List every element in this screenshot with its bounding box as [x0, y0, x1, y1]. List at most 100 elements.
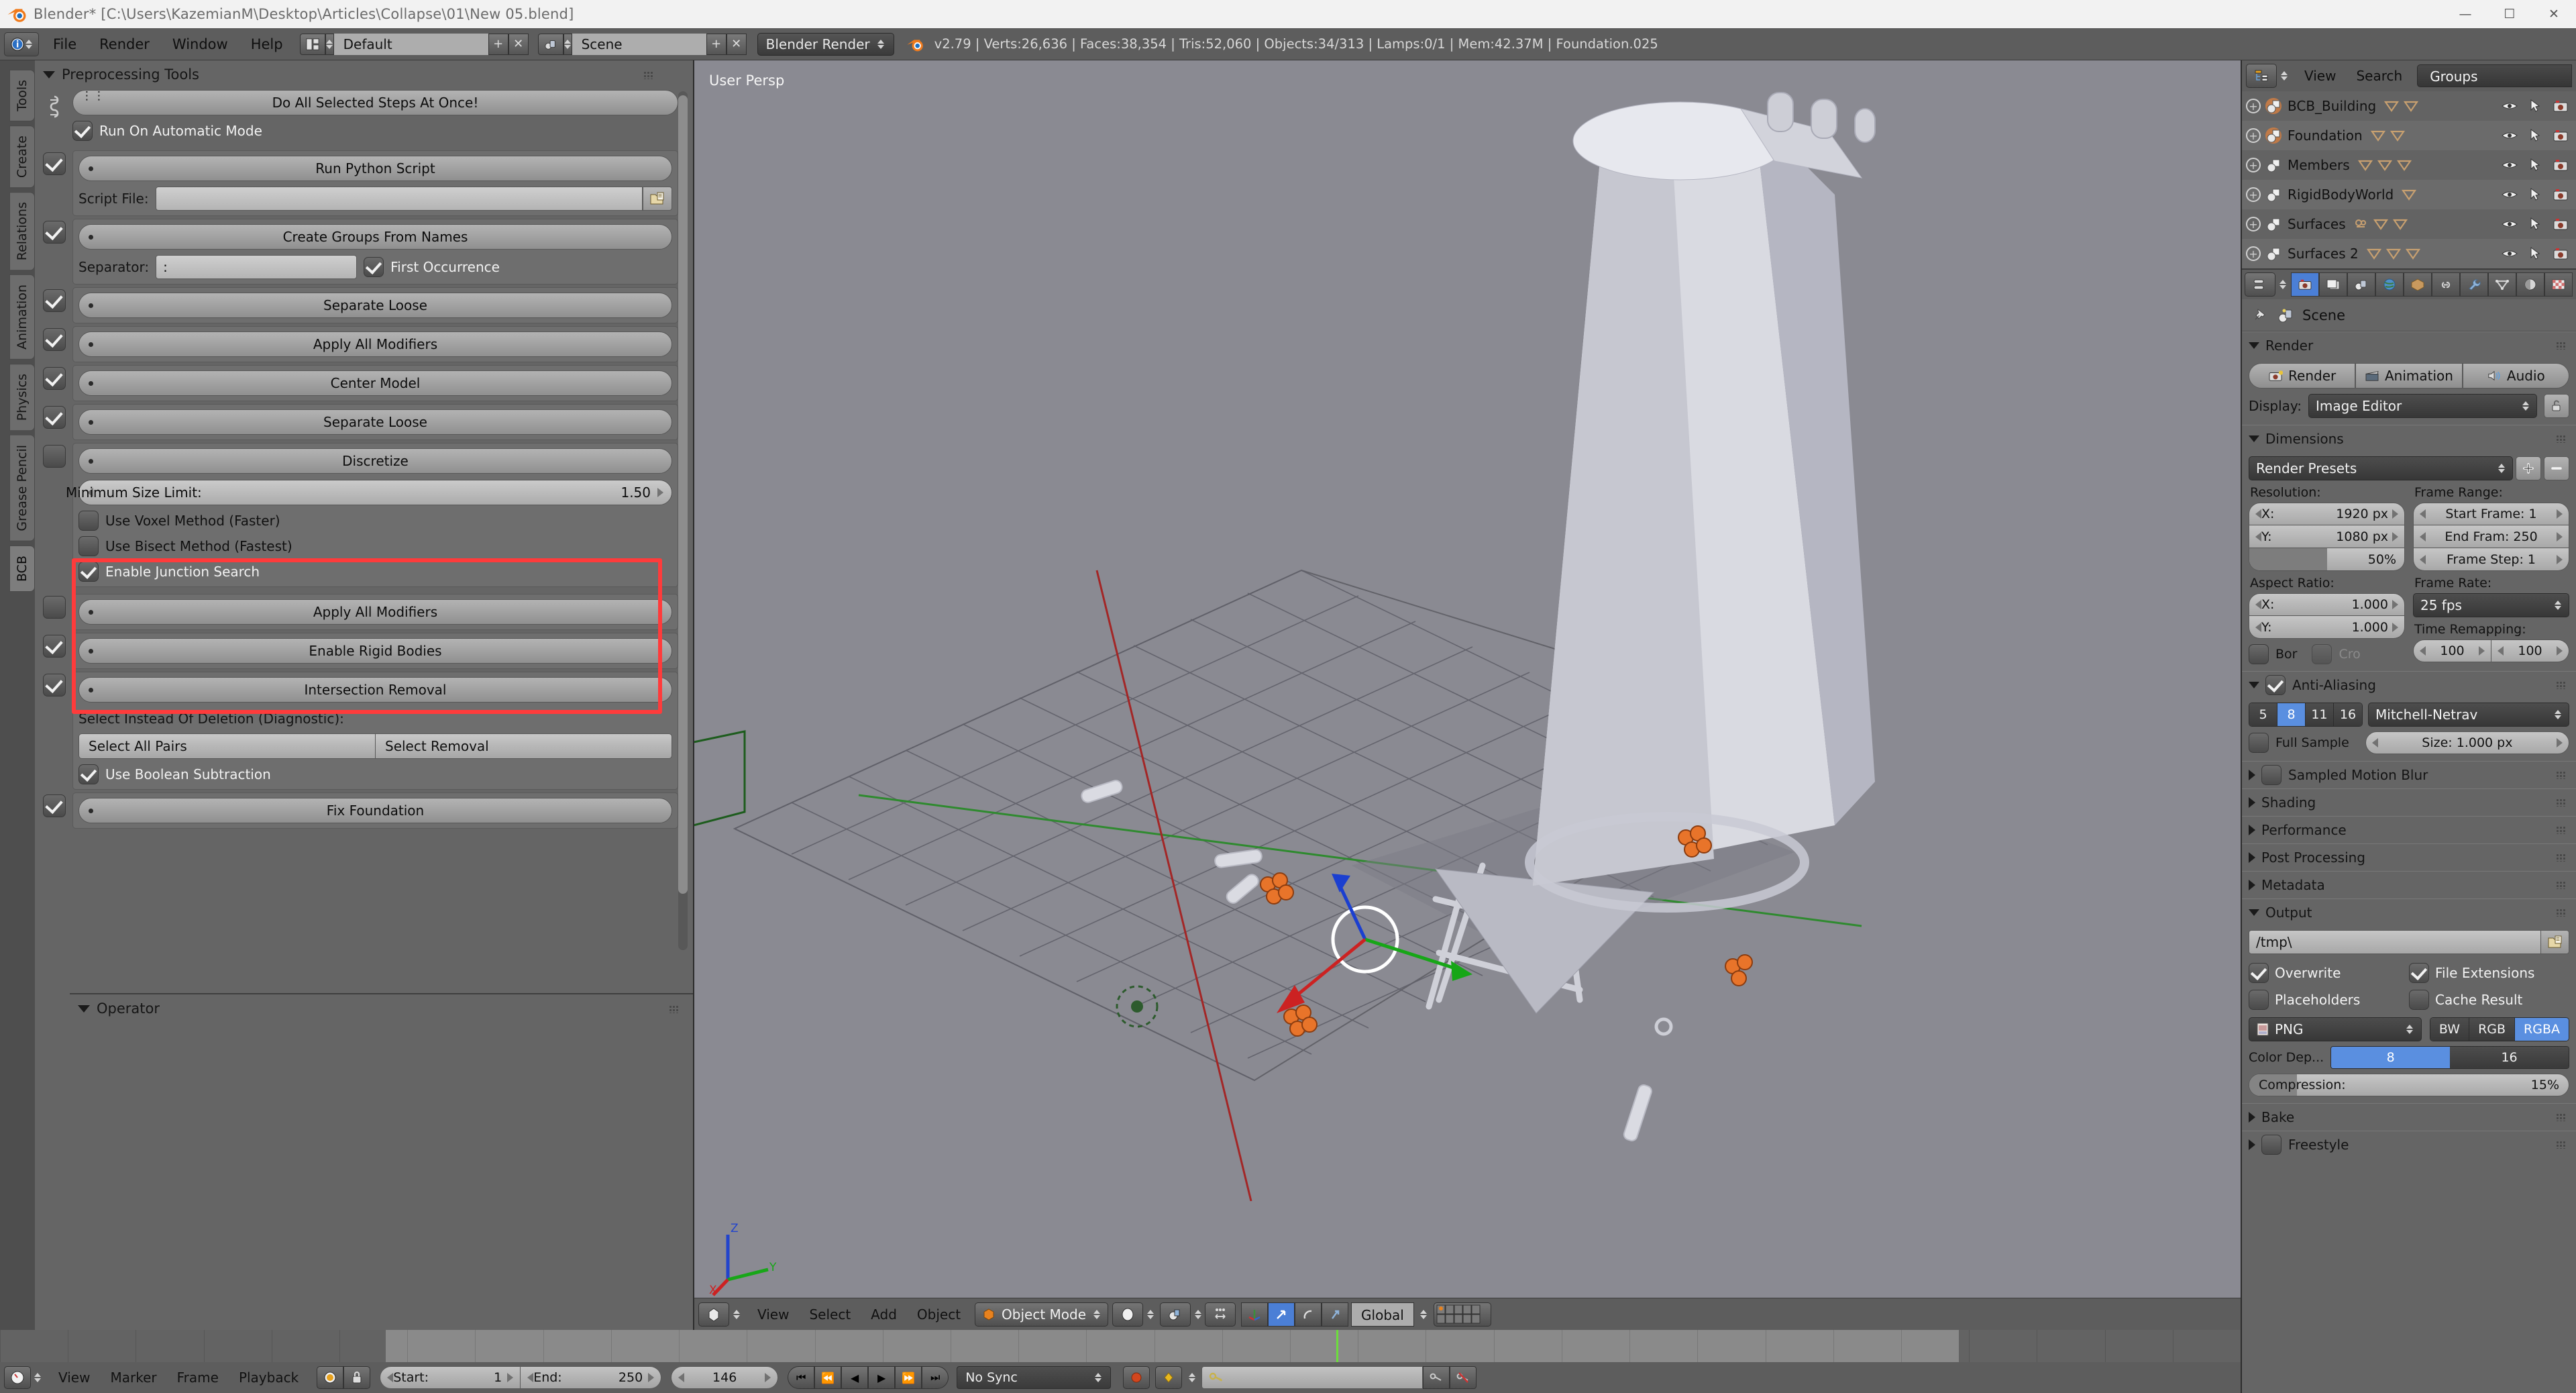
render-audio-button[interactable]: Audio [2462, 363, 2569, 389]
sampled-motion-blur-checkbox[interactable] [2261, 765, 2282, 785]
properties-spinner-icon[interactable] [2278, 280, 2287, 289]
tab-render[interactable] [2291, 272, 2319, 297]
timeline-menu-marker[interactable]: Marker [100, 1370, 166, 1386]
step-checkbox-separate-loose-2[interactable] [43, 406, 66, 429]
section-metadata-header[interactable]: Metadata [2242, 872, 2576, 898]
cache-result-row[interactable]: Cache Result [2409, 990, 2569, 1010]
record-button[interactable] [1123, 1366, 1150, 1389]
decrement-arrow-icon[interactable] [678, 1373, 685, 1382]
table-row[interactable]: + RigidBodyWorld [2242, 180, 2576, 209]
timeline-menu-playback[interactable]: Playback [229, 1370, 309, 1386]
decrement-arrow-icon[interactable] [2255, 509, 2261, 519]
table-row[interactable]: + Surfaces 2 [2242, 239, 2576, 268]
compression-slider[interactable]: Compression: 15% [2249, 1074, 2569, 1096]
scene-spinner-icon[interactable] [563, 33, 572, 55]
visibility-toggle[interactable] [2497, 130, 2522, 141]
expand-icon[interactable]: + [2246, 158, 2261, 172]
step-checkbox-intersection-removal[interactable] [43, 674, 66, 696]
renderability-toggle[interactable] [2548, 247, 2573, 260]
next-keyframe-button[interactable]: ⏩ [895, 1366, 922, 1389]
sidebar-item-animation[interactable]: Animation [9, 274, 35, 360]
preprocessing-tools-header[interactable]: Preprocessing Tools [35, 60, 693, 89]
3d-scene-canvas[interactable] [694, 60, 2241, 1201]
do-all-selected-steps-button[interactable]: ⋮⋮ Do All Selected Steps At Once! [72, 89, 678, 115]
increment-arrow-icon[interactable] [2392, 600, 2398, 609]
sidebar-item-physics[interactable]: Physics [9, 364, 35, 431]
scene-selector[interactable]: Scene + ✕ [537, 32, 747, 56]
add-keying-set-icon[interactable] [1423, 1366, 1450, 1389]
jump-to-start-button[interactable]: ⏮ [788, 1366, 815, 1389]
tab-texture[interactable] [2544, 272, 2573, 297]
increment-arrow-icon[interactable] [2557, 531, 2563, 541]
aa-filter-dropdown[interactable]: Mitchell-Netrav [2368, 703, 2569, 727]
snap-during-transform-icon[interactable] [1205, 1302, 1236, 1327]
section-bake-header[interactable]: Bake [2242, 1104, 2576, 1131]
previous-keyframe-button[interactable]: ⏪ [814, 1366, 842, 1389]
enable-junction-search-checkbox[interactable] [78, 562, 99, 582]
boolean-subtraction-row[interactable]: Use Boolean Subtraction [78, 764, 672, 784]
tab-material[interactable] [2516, 272, 2544, 297]
visibility-toggle[interactable] [2497, 160, 2522, 170]
play-reverse-button[interactable]: ◀ [841, 1366, 869, 1389]
decrement-arrow-icon[interactable] [527, 1373, 534, 1382]
section-sampled-motion-blur-header[interactable]: Sampled Motion Blur [2242, 762, 2576, 788]
section-shading-header[interactable]: Shading [2242, 789, 2576, 816]
renderability-toggle[interactable] [2548, 99, 2573, 113]
display-lock-icon[interactable] [2544, 394, 2569, 418]
decrement-arrow-icon[interactable] [2371, 738, 2378, 747]
antialiasing-checkbox[interactable] [2265, 675, 2286, 695]
decrement-arrow-icon[interactable] [2420, 531, 2426, 541]
selectability-toggle[interactable] [2522, 99, 2548, 113]
start-frame-field[interactable]: Start Frame: 1 [2413, 503, 2569, 525]
sidebar-item-tools[interactable]: Tools [9, 70, 35, 121]
aspect-y-field[interactable]: Y: 1.000 [2249, 616, 2405, 639]
menu-window[interactable]: Window [161, 28, 239, 60]
freestyle-checkbox[interactable] [2261, 1135, 2282, 1155]
file-browse-icon[interactable] [643, 187, 672, 211]
color-depth-16[interactable]: 16 [2450, 1047, 2569, 1068]
screen-delete-button[interactable]: ✕ [508, 33, 529, 55]
selectability-toggle[interactable] [2522, 158, 2548, 172]
bisect-method-row[interactable]: Use Bisect Method (Fastest) [78, 536, 672, 556]
fix-foundation-button[interactable]: Fix Foundation [78, 798, 672, 823]
timeline-menu-frame[interactable]: Frame [167, 1370, 229, 1386]
decrement-arrow-icon[interactable] [387, 1373, 394, 1382]
minimize-button[interactable]: — [2443, 0, 2487, 28]
step-checkbox-apply-modifiers-2[interactable] [43, 596, 66, 619]
section-render-header[interactable]: Render [2242, 332, 2576, 359]
lock-icon[interactable] [343, 1366, 371, 1389]
frame-step-field[interactable]: Frame Step: 1 [2413, 548, 2569, 571]
step-checkbox-run-python-script[interactable] [43, 152, 66, 175]
increment-arrow-icon[interactable] [507, 1373, 514, 1382]
color-mode-rgba[interactable]: RGBA [2515, 1018, 2569, 1041]
select-all-pairs-button[interactable]: Select All Pairs [78, 733, 376, 759]
overwrite-row[interactable]: Overwrite [2249, 963, 2409, 983]
translate-manipulator-icon[interactable] [1268, 1302, 1295, 1327]
pin-icon[interactable] [2251, 307, 2269, 323]
display-mode-dropdown[interactable]: Image Editor [2308, 394, 2537, 418]
scene-name-value[interactable]: Scene [572, 33, 706, 55]
intersection-removal-button[interactable]: Intersection Removal [78, 677, 672, 703]
time-remap-new-field[interactable]: 100 [2491, 639, 2569, 662]
use-voxel-method-checkbox[interactable] [78, 511, 99, 531]
file-extensions-checkbox[interactable] [2409, 963, 2429, 983]
rotate-manipulator-icon[interactable] [1295, 1302, 1322, 1327]
increment-arrow-icon[interactable] [2392, 531, 2398, 541]
tab-modifiers[interactable] [2460, 272, 2488, 297]
timeline-track-area[interactable] [0, 1330, 2241, 1362]
step-checkbox-fix-foundation[interactable] [43, 794, 66, 817]
increment-arrow-icon[interactable] [2557, 554, 2563, 564]
increment-arrow-icon[interactable] [657, 488, 663, 497]
expand-icon[interactable]: + [2246, 99, 2261, 113]
play-button[interactable]: ▶ [868, 1366, 896, 1389]
manipulator-toggle-icon[interactable] [1241, 1302, 1269, 1327]
step-checkbox-create-groups[interactable] [43, 221, 66, 244]
script-file-input[interactable] [155, 187, 643, 211]
render-animation-button[interactable]: Animation [2355, 363, 2463, 389]
screen-add-button[interactable]: + [488, 33, 508, 55]
selectability-toggle[interactable] [2522, 247, 2548, 260]
tab-scene[interactable] [2347, 272, 2375, 297]
timeline-current-frame-field[interactable]: 146 [671, 1366, 779, 1389]
renderability-toggle[interactable] [2548, 188, 2573, 201]
increment-arrow-icon[interactable] [2557, 509, 2563, 519]
